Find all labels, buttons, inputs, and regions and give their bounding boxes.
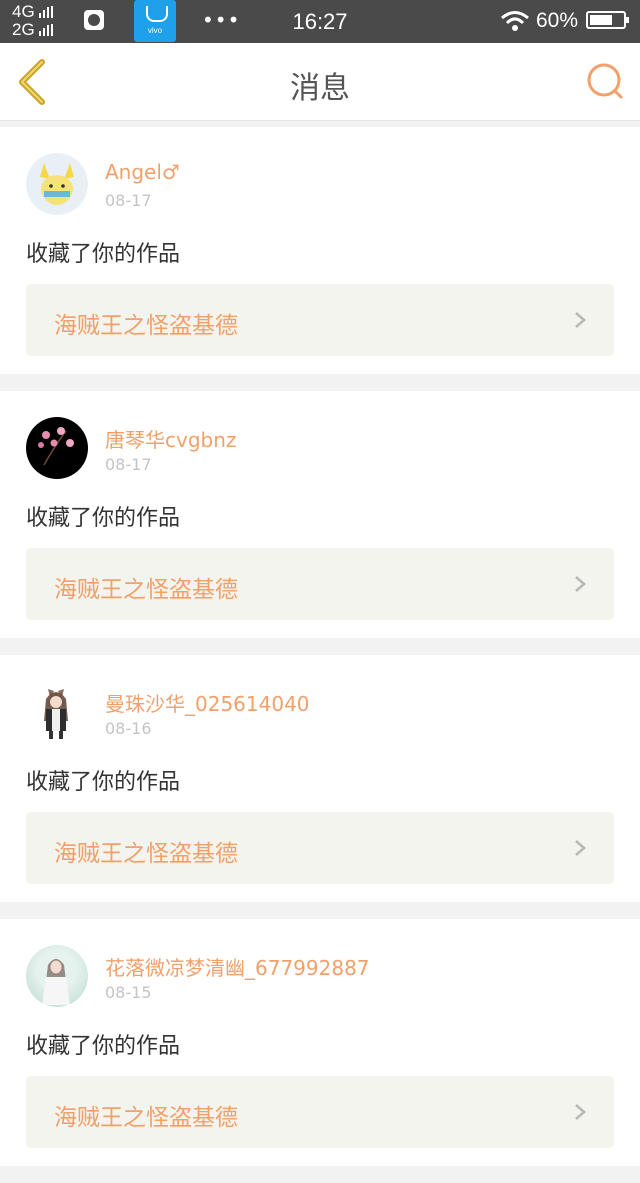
work-link[interactable]: 海贼王之怪盗基德 [26,284,614,356]
message-date: 08-15 [105,983,152,1002]
chevron-right-icon [575,1104,586,1120]
action-text: 收藏了你的作品 [26,242,181,267]
pikachu-avatar-image [40,163,74,203]
action-text: 收藏了你的作品 [26,506,181,531]
work-title: 海贼王之怪盗基德 [54,577,238,603]
work-title: 海贼王之怪盗基德 [54,1105,238,1131]
avatar[interactable] [26,417,88,479]
message-date: 08-17 [105,191,152,210]
search-icon [587,63,623,99]
chevron-right-icon [575,576,586,592]
message-list: Angel♂ 08-17 收藏了你的作品 海贼王之怪盗基德 唐琴华cvgbnz … [0,127,640,1183]
username[interactable]: 唐琴华cvgbnz [105,424,236,453]
status-bar: 4G 2G vivo ••• 16:27 60% [0,0,640,43]
battery-icon [586,11,629,29]
work-title: 海贼王之怪盗基德 [54,313,238,339]
wifi-icon [501,11,529,31]
search-button[interactable] [584,61,628,101]
chevron-right-icon [575,312,586,328]
girl-photo-avatar-image [42,959,70,1005]
work-title: 海贼王之怪盗基德 [54,841,238,867]
avatar[interactable] [26,945,88,1007]
username[interactable]: 花落微凉梦清幽_677992887 [105,952,370,981]
username[interactable]: 曼珠沙华_025614040 [105,688,310,717]
page-title: 消息 [290,71,350,106]
nav-bar: 消息 [0,43,640,121]
username[interactable]: Angel♂ [105,160,180,184]
message-date: 08-16 [105,719,152,738]
work-link[interactable]: 海贼王之怪盗基德 [26,548,614,620]
battery-percent: 60% [536,9,579,32]
action-text: 收藏了你的作品 [26,770,181,795]
anime-girl-avatar-image [44,689,68,739]
avatar[interactable] [26,681,88,743]
work-link[interactable]: 海贼王之怪盗基德 [26,812,614,884]
flower-avatar-image [38,427,74,466]
message-card: 唐琴华cvgbnz 08-17 收藏了你的作品 海贼王之怪盗基德 [0,391,640,638]
work-link[interactable]: 海贼王之怪盗基德 [26,1076,614,1148]
message-date: 08-17 [105,455,152,474]
chevron-right-icon [575,840,586,856]
avatar[interactable] [26,153,88,215]
action-text: 收藏了你的作品 [26,1034,181,1059]
message-card: 花落微凉梦清幽_677992887 08-15 收藏了你的作品 海贼王之怪盗基德 [0,919,640,1166]
message-card: Angel♂ 08-17 收藏了你的作品 海贼王之怪盗基德 [0,127,640,374]
message-card: 曼珠沙华_025614040 08-16 收藏了你的作品 海贼王之怪盗基德 [0,655,640,902]
